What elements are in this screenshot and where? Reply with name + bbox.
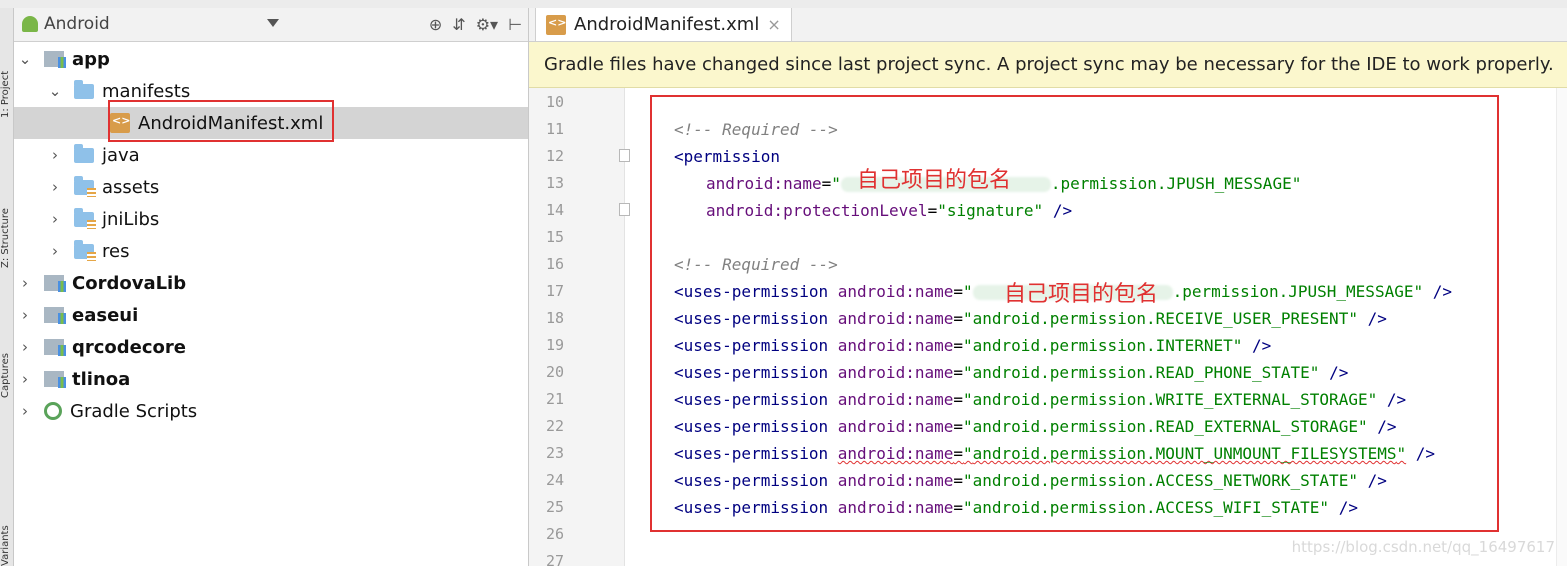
tree-item-tlinoa[interactable]: › tlinoa (14, 363, 528, 395)
chevron-right-icon[interactable]: › (18, 338, 32, 356)
tree-item-label: tlinoa (72, 368, 131, 390)
tree-item-res[interactable]: › res (14, 235, 528, 267)
folder-icon (74, 79, 94, 99)
tree-item-label: jniLibs (102, 208, 160, 230)
tree-item-app[interactable]: ⌄ app (14, 43, 528, 75)
module-icon (44, 51, 66, 68)
gear-icon[interactable]: ⚙▾ (476, 15, 498, 34)
view-mode-select[interactable]: Android (22, 14, 110, 34)
tab-label: AndroidManifest.xml (574, 14, 760, 35)
close-icon[interactable]: × (767, 15, 780, 34)
tree-item-label: Gradle Scripts (70, 400, 198, 422)
tree-item-label: CordovaLib (72, 272, 187, 294)
editor-tab-bar: AndroidManifest.xml × (529, 8, 1567, 42)
fold-marker-icon[interactable] (619, 149, 630, 162)
line-number: 22 (545, 417, 564, 435)
resource-folder-icon (74, 239, 96, 261)
resource-folder-icon (74, 175, 96, 197)
tree-item-gradle-scripts[interactable]: › Gradle Scripts (14, 395, 528, 427)
project-panel: Android ⊕ ⇵ ⚙▾ ⊢ ⌄ app ⌄ manifests Andro… (14, 8, 529, 566)
module-icon (44, 307, 66, 324)
chevron-right-icon[interactable]: › (48, 178, 62, 196)
chevron-right-icon[interactable]: › (48, 210, 62, 228)
chevron-right-icon[interactable]: › (18, 370, 32, 388)
line-number: 27 (545, 552, 564, 570)
collapse-all-icon[interactable]: ⇵ (452, 15, 465, 34)
gradle-icon (44, 402, 62, 420)
tool-tab-structure[interactable]: Z: Structure (0, 158, 13, 268)
tree-item-easeui[interactable]: › easeui (14, 299, 528, 331)
resource-folder-icon (74, 207, 96, 229)
view-mode-label: Android (44, 14, 110, 34)
tree-item-label: manifests (102, 80, 191, 102)
tree-item-jnilibs[interactable]: › jniLibs (14, 203, 528, 235)
tool-tab-captures[interactable]: Captures (0, 308, 13, 398)
project-panel-header: Android ⊕ ⇵ ⚙▾ ⊢ (14, 8, 528, 42)
chevron-down-icon[interactable] (267, 19, 279, 27)
chevron-right-icon[interactable]: › (18, 402, 32, 420)
line-number: 14 (545, 201, 564, 219)
line-number: 13 (545, 174, 564, 192)
highlight-box-permissions (650, 95, 1499, 532)
chevron-right-icon[interactable]: › (18, 274, 32, 292)
tree-item-label: app (72, 48, 110, 70)
line-number: 23 (545, 444, 564, 462)
tree-item-assets[interactable]: › assets (14, 171, 528, 203)
gradle-sync-banner: Gradle files have changed since last pro… (529, 42, 1567, 88)
xml-file-icon (546, 14, 566, 35)
line-number: 10 (545, 93, 564, 111)
watermark: https://blog.csdn.net/qq_16497617 (1291, 538, 1555, 556)
line-number: 12 (545, 147, 564, 165)
panel-toolbar: ⊕ ⇵ ⚙▾ ⊢ (429, 15, 522, 34)
tree-item-label: qrcodecore (72, 336, 187, 358)
line-number: 18 (545, 309, 564, 327)
tree-item-label: res (102, 240, 130, 262)
line-number: 19 (545, 336, 564, 354)
locate-icon[interactable]: ⊕ (429, 15, 442, 34)
module-icon (44, 275, 66, 292)
tool-tab-project[interactable]: 1: Project (0, 28, 13, 118)
chevron-down-icon[interactable]: ⌄ (48, 82, 62, 100)
chevron-right-icon[interactable]: › (18, 306, 32, 324)
chevron-right-icon[interactable]: › (48, 242, 62, 260)
chevron-down-icon[interactable]: ⌄ (18, 50, 32, 68)
tree-item-label: java (102, 144, 140, 166)
tab-androidmanifest[interactable]: AndroidManifest.xml × (535, 8, 792, 41)
line-number: 24 (545, 471, 564, 489)
module-icon (44, 371, 66, 388)
tree-item-java[interactable]: › java (14, 139, 528, 171)
folder-icon (74, 143, 94, 163)
module-icon (44, 339, 66, 356)
line-number: 25 (545, 498, 564, 516)
tree-item-label: assets (102, 176, 160, 198)
line-number: 20 (545, 363, 564, 381)
fold-marker-icon[interactable] (619, 203, 630, 216)
android-icon (22, 16, 38, 32)
banner-message: Gradle files have changed since last pro… (544, 54, 1554, 75)
line-number: 15 (545, 228, 564, 246)
highlight-box-manifest (108, 100, 334, 142)
tool-tab-variants[interactable]: Variants (0, 518, 13, 566)
line-number: 16 (545, 255, 564, 273)
chevron-right-icon[interactable]: › (48, 146, 62, 164)
line-number: 26 (545, 525, 564, 543)
line-number: 11 (545, 120, 564, 138)
line-number: 17 (545, 282, 564, 300)
hide-panel-icon[interactable]: ⊢ (508, 15, 522, 34)
line-number: 21 (545, 390, 564, 408)
tree-item-label: easeui (72, 304, 139, 326)
editor-scrollbar[interactable] (1556, 88, 1567, 566)
left-tool-window-strip: 1: Project Z: Structure Captures Variant… (0, 8, 14, 566)
tree-item-cordovalib[interactable]: › CordovaLib (14, 267, 528, 299)
tree-item-qrcodecore[interactable]: › qrcodecore (14, 331, 528, 363)
